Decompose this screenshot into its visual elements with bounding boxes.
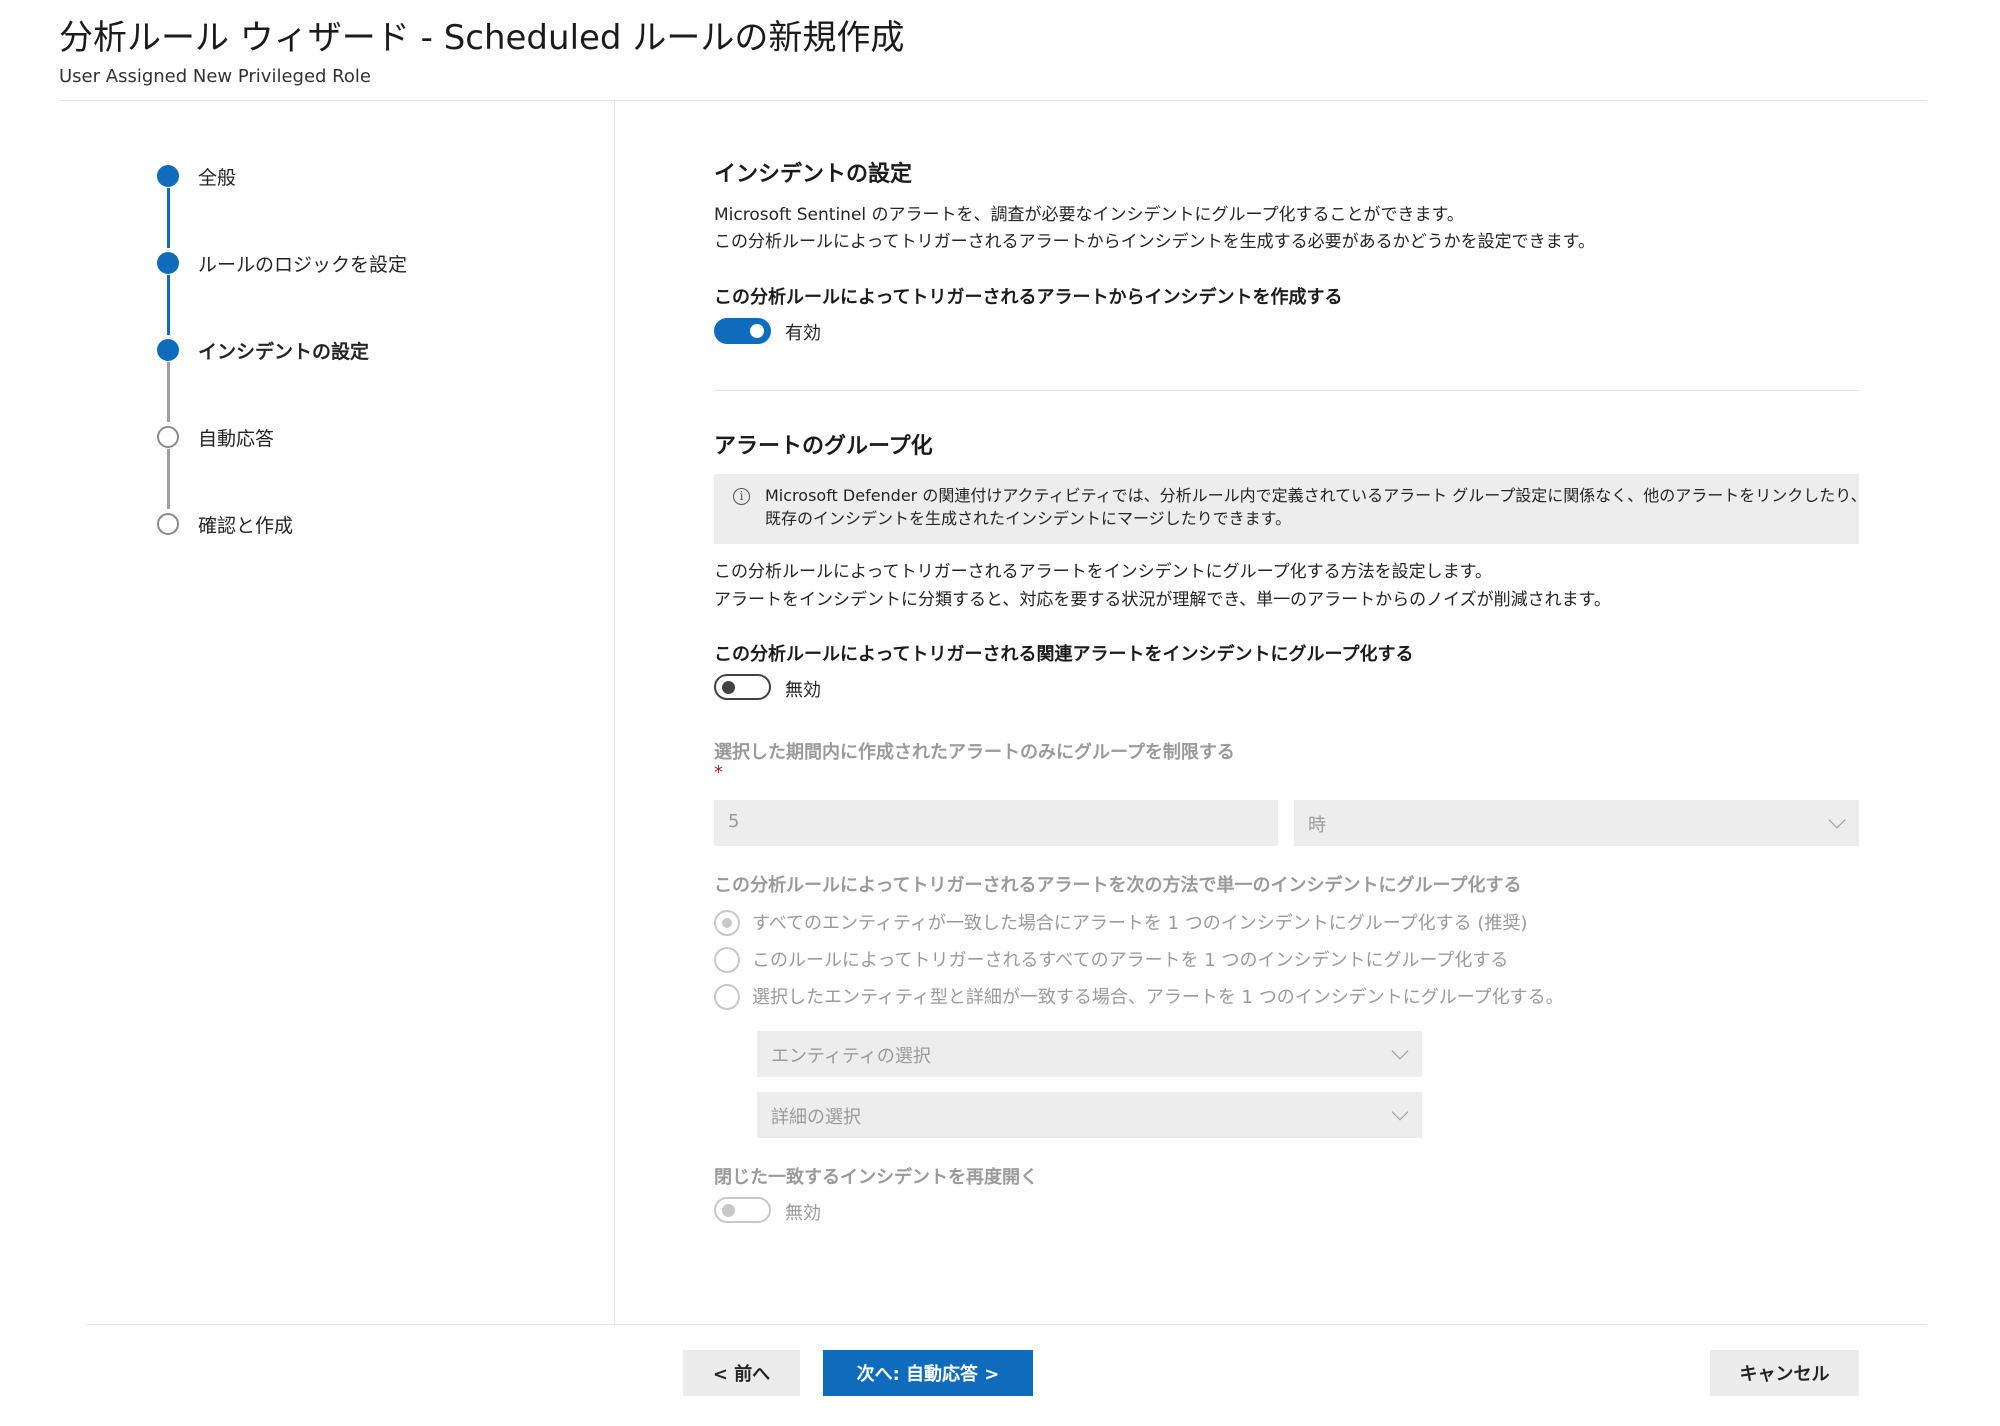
radio-all-alerts-single-label: このルールによってトリガーされるすべてのアラートを 1 つのインシデントにグルー… bbox=[752, 950, 1509, 971]
step-connector bbox=[167, 188, 170, 248]
entity-select-dropdown[interactable]: エンティティの選択 bbox=[757, 1031, 1422, 1077]
period-value-input[interactable]: 5 bbox=[714, 800, 1278, 846]
steps-panel-divider bbox=[614, 100, 615, 1326]
info-icon: i bbox=[733, 488, 750, 505]
radio-all-entities-match[interactable] bbox=[714, 910, 740, 936]
grouping-method-label: この分析ルールによってトリガーされるアラートを次の方法で単一のインシデントにグル… bbox=[714, 875, 1522, 896]
step-connector bbox=[167, 449, 170, 509]
limit-period-label: 選択した期間内に作成されたアラートのみにグループを制限する bbox=[714, 742, 1235, 763]
step-general[interactable]: 全般 bbox=[198, 163, 236, 190]
header-divider bbox=[59, 100, 1927, 101]
incident-settings-heading: インシデントの設定 bbox=[714, 162, 913, 187]
radio-all-alerts-single[interactable] bbox=[714, 947, 740, 973]
incident-desc-line1: Microsoft Sentinel のアラートを、調査が必要なインシデントにグ… bbox=[714, 205, 1464, 225]
info-text: Microsoft Defender の関連付けアクティビティでは、分析ルール内… bbox=[765, 484, 1867, 530]
step-indicator-done bbox=[157, 252, 179, 274]
step-automated-response[interactable]: 自動応答 bbox=[198, 424, 274, 451]
previous-button[interactable]: < 前へ bbox=[683, 1350, 800, 1396]
create-incidents-state: 有効 bbox=[785, 323, 821, 344]
step-connector bbox=[167, 275, 170, 335]
group-alerts-label: この分析ルールによってトリガーされる関連アラートをインシデントにグループ化する bbox=[714, 644, 1414, 665]
incident-desc-line2: この分析ルールによってトリガーされるアラートからインシデントを生成する必要がある… bbox=[714, 232, 1595, 252]
period-unit-dropdown[interactable]: 時 bbox=[1294, 800, 1859, 846]
chevron-down-icon bbox=[1828, 811, 1846, 829]
section-divider bbox=[714, 390, 1859, 391]
step-indicator-done bbox=[157, 165, 179, 187]
step-incident-settings[interactable]: インシデントの設定 bbox=[198, 337, 369, 364]
page-subtitle: User Assigned New Privileged Role bbox=[59, 66, 371, 87]
info-message-bar: i Microsoft Defender の関連付けアクティビティでは、分析ルー… bbox=[714, 474, 1867, 544]
create-incidents-label: この分析ルールによってトリガーされるアラートからインシデントを作成する bbox=[714, 287, 1343, 308]
grouping-desc-line2: アラートをインシデントに分類すると、対応を要する状況が理解でき、単一のアラートか… bbox=[714, 590, 1611, 610]
step-indicator-todo bbox=[157, 513, 179, 535]
cancel-button[interactable]: キャンセル bbox=[1710, 1350, 1859, 1396]
period-unit-text: 時 bbox=[1308, 815, 1326, 836]
toggle-knob bbox=[722, 681, 735, 694]
required-indicator: * bbox=[714, 762, 723, 783]
detail-select-dropdown[interactable]: 詳細の選択 bbox=[757, 1092, 1422, 1138]
toggle-knob bbox=[722, 1204, 735, 1217]
step-indicator-current bbox=[157, 339, 179, 361]
footer-divider bbox=[86, 1324, 1927, 1325]
group-alerts-state: 無効 bbox=[785, 680, 821, 701]
radio-all-entities-match-label: すべてのエンティティが一致した場合にアラートを 1 つのインシデントにグループ化… bbox=[752, 913, 1528, 934]
info-text-line1: Microsoft Defender の関連付けアクティビティでは、分析ルール内… bbox=[765, 486, 1867, 505]
detail-select-placeholder: 詳細の選択 bbox=[771, 1107, 861, 1128]
reopen-incidents-toggle[interactable] bbox=[714, 1197, 771, 1223]
step-connector bbox=[167, 362, 170, 422]
grouping-desc-line1: この分析ルールによってトリガーされるアラートをインシデントにグループ化する方法を… bbox=[714, 562, 1492, 582]
chevron-down-icon bbox=[1391, 1042, 1409, 1060]
page-title: 分析ルール ウィザード - Scheduled ルールの新規作成 bbox=[59, 18, 905, 58]
step-rule-logic[interactable]: ルールのロジックを設定 bbox=[198, 250, 407, 277]
next-button[interactable]: 次へ: 自動応答 > bbox=[823, 1350, 1033, 1396]
step-indicator-todo bbox=[157, 426, 179, 448]
reopen-incidents-state: 無効 bbox=[785, 1203, 821, 1224]
group-alerts-toggle[interactable] bbox=[714, 674, 771, 700]
chevron-down-icon bbox=[1391, 1103, 1409, 1121]
toggle-knob bbox=[750, 324, 764, 338]
create-incidents-toggle[interactable] bbox=[714, 318, 771, 344]
reopen-incidents-label: 閉じた一致するインシデントを再度開く bbox=[714, 1167, 1038, 1188]
step-review-create[interactable]: 確認と作成 bbox=[198, 511, 293, 538]
radio-selected-entities-match[interactable] bbox=[714, 984, 740, 1010]
info-text-line2: 既存のインシデントを生成されたインシデントにマージしたりできます。 bbox=[765, 509, 1292, 528]
alert-grouping-heading: アラートのグループ化 bbox=[714, 434, 933, 459]
period-value-text: 5 bbox=[728, 811, 740, 832]
entity-select-placeholder: エンティティの選択 bbox=[771, 1046, 931, 1067]
radio-selected-entities-match-label: 選択したエンティティ型と詳細が一致する場合、アラートを 1 つのインシデントにグ… bbox=[752, 987, 1564, 1008]
